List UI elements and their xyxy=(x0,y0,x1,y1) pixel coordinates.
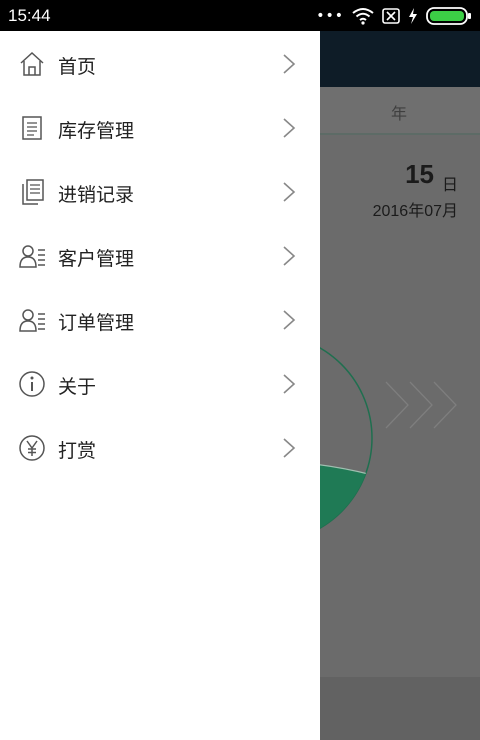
chevron-arrows-icon xyxy=(385,381,457,429)
charging-icon xyxy=(409,8,417,24)
menu-item-label: 首页 xyxy=(58,56,97,78)
menu-item-donate[interactable]: 打赏 xyxy=(0,416,320,480)
contact-list-icon xyxy=(19,309,45,332)
battery-icon xyxy=(426,7,471,25)
yen-coin-icon xyxy=(19,435,45,461)
chevron-right-icon xyxy=(283,310,296,330)
menu-item-label: 库存管理 xyxy=(58,120,135,142)
navigation-drawer: 首页 库存管理 进销记录 客户管理 订单管理 关于 打赏 xyxy=(0,31,320,740)
chevron-right-icon xyxy=(283,438,296,458)
menu-item-about[interactable]: 关于 xyxy=(0,352,320,416)
menu-item-label: 打赏 xyxy=(58,440,97,462)
contact-list-icon xyxy=(19,245,45,268)
chevron-right-icon xyxy=(283,54,296,74)
menu-item-inventory[interactable]: 库存管理 xyxy=(0,96,320,160)
menu-item-label: 客户管理 xyxy=(58,248,135,270)
status-icons: ••• xyxy=(316,6,472,26)
menu-item-label: 关于 xyxy=(58,376,97,398)
menu-item-label: 订单管理 xyxy=(58,312,135,334)
tab-year: 年 xyxy=(391,104,408,123)
status-bar: 15:44 ••• xyxy=(0,0,480,31)
info-icon xyxy=(19,371,45,397)
menu-item-home[interactable]: 首页 xyxy=(0,32,320,96)
status-time: 15:44 xyxy=(8,6,51,25)
copy-documents-icon xyxy=(22,179,44,205)
wifi-icon xyxy=(352,8,374,25)
menu-item-customers[interactable]: 客户管理 xyxy=(0,224,320,288)
chevron-right-icon xyxy=(283,246,296,266)
more-dots-icon: ••• xyxy=(316,8,344,24)
no-sim-icon xyxy=(382,8,400,24)
menu-item-label: 进销记录 xyxy=(58,184,135,206)
home-icon xyxy=(20,51,44,76)
menu-item-sales-records[interactable]: 进销记录 xyxy=(0,160,320,224)
chevron-right-icon xyxy=(283,374,296,394)
menu-item-orders[interactable]: 订单管理 xyxy=(0,288,320,352)
chevron-right-icon xyxy=(283,118,296,138)
document-icon xyxy=(22,116,42,140)
chevron-right-icon xyxy=(283,182,296,202)
